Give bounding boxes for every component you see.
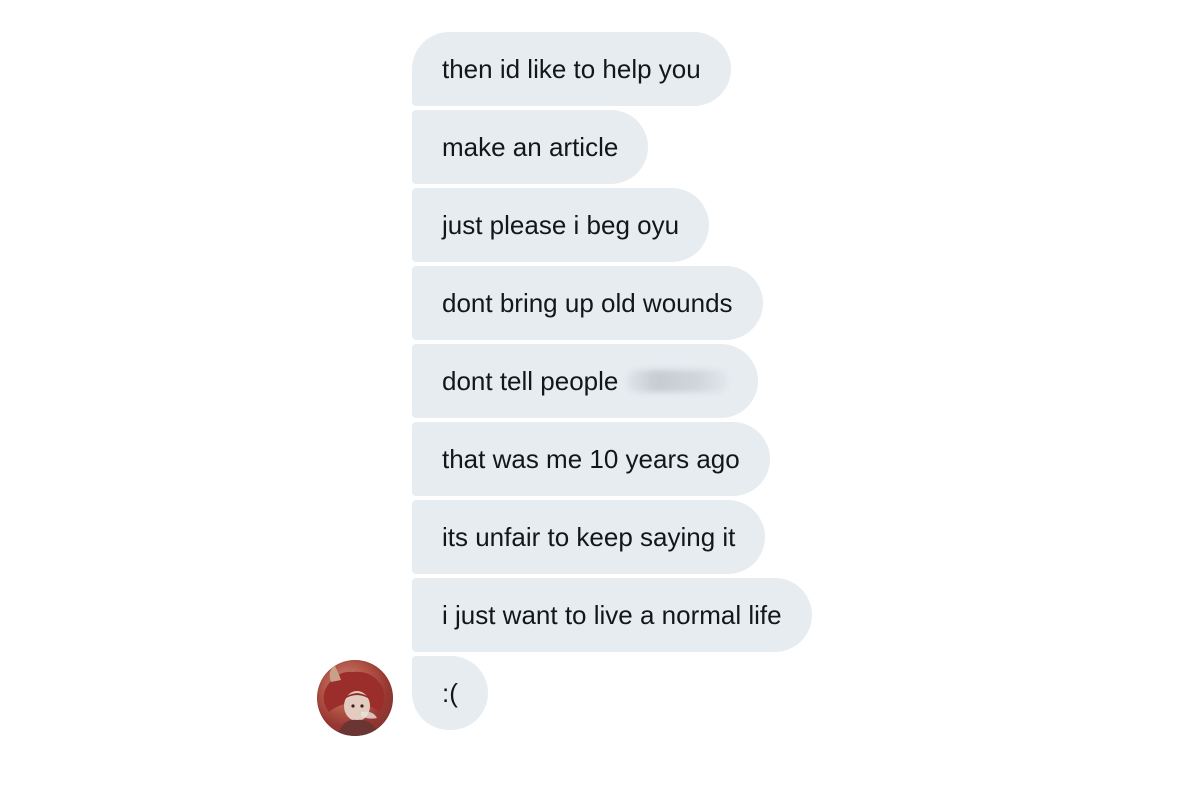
message-text: its unfair to keep saying it — [442, 522, 736, 552]
message-group: then id like to help you make an article… — [412, 32, 812, 730]
avatar-icon — [317, 660, 393, 736]
message-bubble[interactable]: :( — [412, 656, 488, 730]
message-bubble[interactable]: then id like to help you — [412, 32, 731, 106]
sender-avatar[interactable] — [317, 660, 393, 736]
dm-conversation: then id like to help you make an article… — [0, 0, 1200, 800]
message-text: that was me 10 years ago — [442, 444, 740, 474]
message-bubble[interactable]: that was me 10 years ago — [412, 422, 770, 496]
message-text: make an article — [442, 132, 619, 162]
message-text: then id like to help you — [442, 54, 701, 84]
message-bubble[interactable]: its unfair to keep saying it — [412, 500, 766, 574]
message-bubble[interactable]: dont bring up old wounds — [412, 266, 763, 340]
message-text: dont tell people — [442, 366, 619, 396]
message-bubble[interactable]: make an article — [412, 110, 649, 184]
message-bubble[interactable]: dont tell people — [412, 344, 759, 418]
message-text: :( — [442, 678, 458, 708]
message-text: just please i beg oyu — [442, 210, 680, 240]
redacted-text-blur — [626, 370, 729, 392]
message-bubble[interactable]: just please i beg oyu — [412, 188, 710, 262]
message-text: i just want to live a normal life — [442, 600, 782, 630]
message-text: dont bring up old wounds — [442, 288, 733, 318]
message-bubble[interactable]: i just want to live a normal life — [412, 578, 812, 652]
